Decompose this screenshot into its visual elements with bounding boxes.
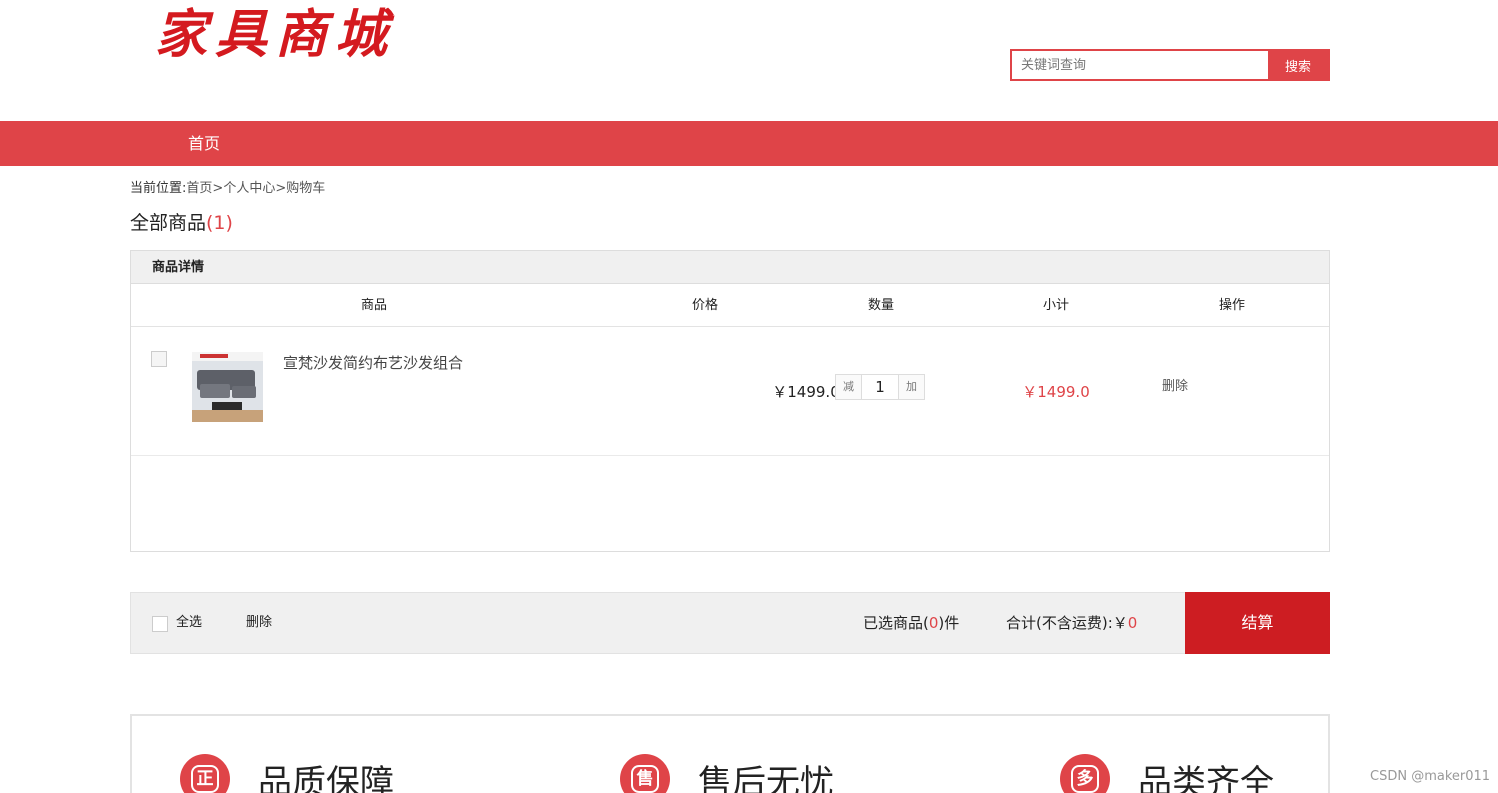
search-button[interactable]: 搜索 — [1268, 51, 1328, 79]
item-checkbox[interactable] — [151, 351, 167, 367]
total-info: 合计(不含运费):￥0 — [1006, 593, 1137, 653]
service-label: 品类齐全 — [1138, 762, 1274, 793]
service-quality: 正 品质保障 — [180, 754, 394, 793]
cart-item-row: 宣梵沙发简约布艺沙发组合 ￥1499.0 减 1 加 ￥1499.0 删除 — [131, 327, 1329, 456]
product-name[interactable]: 宣梵沙发简约布艺沙发组合 — [283, 352, 463, 373]
quantity-input[interactable]: 1 — [861, 375, 899, 399]
watermark: CSDN @maker011 — [1370, 769, 1491, 784]
service-label: 品质保障 — [258, 762, 394, 793]
column-header-product: 商品 — [360, 298, 388, 313]
cart-footer-bar: 全选 删除 已选商品(0)件 合计(不含运费):￥0 结算 — [130, 592, 1330, 654]
product-subtotal: ￥1499.0 — [1022, 383, 1090, 401]
site-logo[interactable]: 家具商城 — [155, 2, 405, 68]
nav-item-home[interactable]: 首页 — [188, 121, 220, 166]
main-nav: 首页 — [0, 121, 1498, 166]
cart-column-headers: 商品 价格 数量 小计 操作 — [131, 284, 1329, 327]
total-label: 合计(不含运费):￥ — [1006, 614, 1128, 632]
delete-item-link[interactable]: 删除 — [1162, 375, 1188, 394]
selected-count: 0 — [928, 614, 939, 632]
service-label: 售后无忧 — [698, 762, 834, 793]
cart-title: 全部商品(1) — [130, 208, 233, 235]
column-header-price: 价格 — [691, 298, 719, 313]
after-sales-badge-icon: 售 — [620, 754, 670, 793]
quality-badge-icon: 正 — [180, 754, 230, 793]
service-variety: 多 品类齐全 — [1060, 754, 1274, 793]
service-after-sales: 售 售后无忧 — [620, 754, 834, 793]
select-all-label[interactable]: 全选 — [176, 593, 202, 653]
search-box: 搜索 — [1010, 49, 1330, 81]
product-thumbnail[interactable] — [192, 352, 263, 422]
select-all-checkbox[interactable] — [152, 616, 168, 632]
service-guarantees: 正 品质保障 售 售后无忧 多 品类齐全 — [130, 714, 1330, 793]
selected-prefix: 已选商品( — [863, 614, 929, 632]
cart-title-label: 全部商品 — [130, 212, 207, 234]
decrease-quantity-button[interactable]: 减 — [836, 375, 861, 399]
column-header-subtotal: 小计 — [1042, 298, 1070, 313]
increase-quantity-button[interactable]: 加 — [899, 375, 924, 399]
cart-panel-title: 商品详情 — [131, 251, 1329, 284]
column-header-quantity: 数量 — [867, 298, 895, 313]
sofa-image — [192, 352, 263, 422]
checkout-button[interactable]: 结算 — [1185, 592, 1330, 654]
breadcrumb-prefix: 当前位置: — [130, 181, 187, 196]
total-value: 0 — [1127, 614, 1138, 632]
breadcrumb-separator: > — [212, 181, 224, 196]
bulk-delete-link[interactable]: 删除 — [246, 593, 272, 653]
breadcrumb: 当前位置:首页>个人中心>购物车 — [130, 177, 325, 196]
breadcrumb-home[interactable]: 首页 — [186, 181, 212, 196]
breadcrumb-cart[interactable]: 购物车 — [286, 181, 325, 196]
cart-item-count: (1) — [206, 212, 233, 234]
breadcrumb-user-center[interactable]: 个人中心 — [223, 181, 275, 196]
search-input[interactable] — [1012, 51, 1268, 79]
breadcrumb-separator: > — [275, 181, 287, 196]
column-header-actions: 操作 — [1218, 298, 1246, 313]
quantity-stepper: 减 1 加 — [835, 374, 925, 400]
variety-badge-icon: 多 — [1060, 754, 1110, 793]
selected-suffix: )件 — [938, 614, 960, 632]
cart-table: 商品详情 商品 价格 数量 小计 操作 宣梵沙发简约布艺沙发组合 ￥1499.0… — [130, 250, 1330, 552]
selected-count-info: 已选商品(0)件 — [863, 593, 959, 653]
